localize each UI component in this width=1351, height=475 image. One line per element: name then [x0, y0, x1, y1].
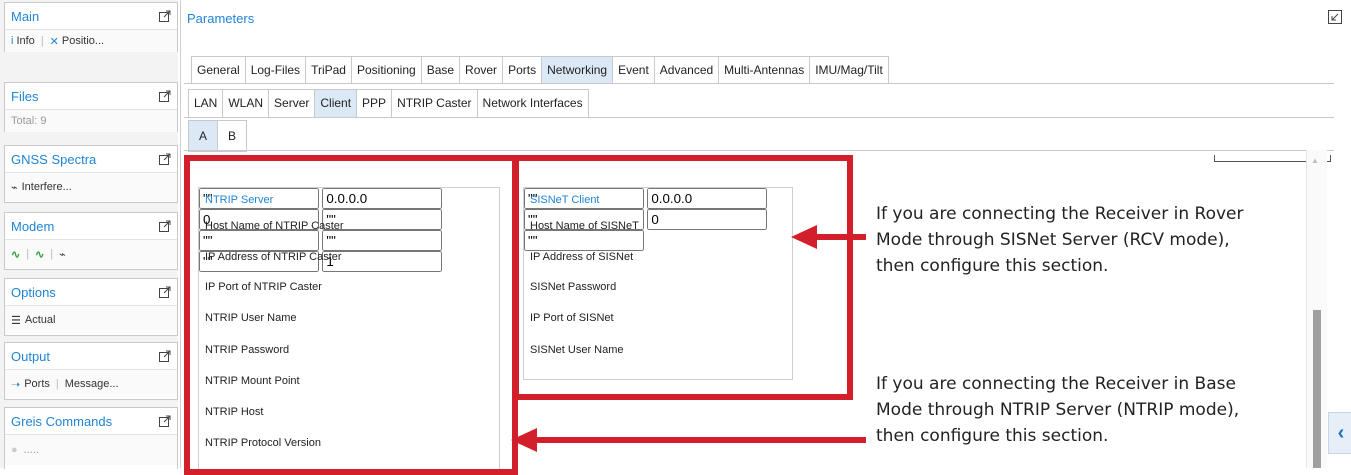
position-icon: ✕: [49, 35, 59, 48]
networking-tabs: LAN WLAN Server Client PPP NTRIP Caster …: [188, 89, 589, 118]
scroll-thumb[interactable]: [1313, 310, 1321, 468]
tab-imu-mag-tilt[interactable]: IMU/Mag/Tilt: [809, 56, 889, 84]
list-icon: ☰: [11, 314, 21, 327]
panel-greis-commands: Greis Commands ●.....: [4, 407, 178, 469]
collapse-icon[interactable]: [1328, 9, 1342, 27]
tab-ntrip-caster[interactable]: NTRIP Caster: [391, 89, 477, 118]
tab-client[interactable]: Client: [314, 89, 357, 118]
tab-advanced[interactable]: Advanced: [653, 56, 719, 84]
ntrip-highlight-box: [184, 155, 518, 475]
panel-title[interactable]: Main: [11, 9, 39, 24]
chevron-left-icon: ‹: [1337, 421, 1345, 444]
panel-title[interactable]: Modem: [11, 219, 54, 234]
scroll-up-icon[interactable]: ▲: [1311, 156, 1319, 165]
tab-event[interactable]: Event: [612, 56, 654, 84]
tab-b[interactable]: B: [217, 120, 247, 152]
tab-ports[interactable]: Ports: [502, 56, 542, 84]
link-green-icon[interactable]: ∿: [11, 248, 20, 261]
panel-item[interactable]: Positio...: [62, 35, 104, 47]
divider: [184, 83, 1334, 84]
vertical-scrollbar[interactable]: ▲: [1306, 150, 1327, 468]
tab-network-interfaces[interactable]: Network Interfaces: [476, 89, 589, 118]
popout-icon[interactable]: [159, 220, 171, 232]
tab-log-files[interactable]: Log-Files: [244, 56, 306, 84]
main-tabs: General Log-Files TriPad Positioning Bas…: [191, 56, 889, 84]
panel-output: Output ➝ Ports | Message...: [4, 342, 178, 400]
panel-gnss-spectra: GNSS Spectra ⌁ Interfere...: [4, 145, 178, 203]
panel-files: Files Total: 9: [4, 82, 178, 132]
popout-icon[interactable]: [159, 350, 171, 362]
left-sidebar: Main i Info | ✕ Positio... Files Total: 9 …: [0, 0, 178, 469]
tab-networking[interactable]: Networking: [541, 56, 613, 84]
chart-icon[interactable]: ⌁: [59, 248, 66, 261]
tab-server[interactable]: Server: [268, 89, 315, 118]
panel-item[interactable]: Info: [16, 35, 34, 47]
panel-item[interactable]: Ports: [24, 378, 50, 390]
popout-icon[interactable]: [159, 10, 171, 22]
panel-modem: Modem ∿ | ∿ | ⌁: [4, 212, 178, 270]
tab-a[interactable]: A: [188, 120, 217, 152]
panel-title[interactable]: Files: [11, 89, 38, 104]
popout-icon[interactable]: [159, 153, 171, 165]
popout-icon[interactable]: [159, 415, 171, 427]
panel-title[interactable]: Greis Commands: [11, 414, 112, 429]
side-panel-toggle[interactable]: ‹: [1328, 412, 1351, 454]
popout-icon[interactable]: [159, 286, 171, 298]
tab-multi-antennas[interactable]: Multi-Antennas: [718, 56, 810, 84]
tab-tripad[interactable]: TriPad: [305, 56, 351, 84]
link-green-icon[interactable]: ∿: [35, 248, 44, 261]
panel-title[interactable]: Options: [11, 285, 56, 300]
chart-icon: ⌁: [11, 181, 18, 194]
tab-wlan[interactable]: WLAN: [222, 89, 269, 118]
client-tabs: A B: [188, 120, 247, 152]
panel-item[interactable]: Actual: [25, 314, 56, 326]
panel-item[interactable]: Interfere...: [22, 181, 72, 193]
tab-base[interactable]: Base: [420, 56, 460, 84]
panel-options: Options ☰ Actual: [4, 278, 178, 336]
arrow-to-ntrip: [511, 428, 866, 452]
files-total: Total: 9: [11, 115, 47, 127]
rover-annotation: If you are connecting the Receiver in Ro…: [876, 204, 1244, 276]
tab-ppp[interactable]: PPP: [356, 89, 392, 118]
tab-rover[interactable]: Rover: [459, 56, 503, 84]
parameters-titlebar: Parameters: [181, 0, 1348, 36]
page-title: Parameters: [187, 10, 255, 26]
divider: [184, 117, 1334, 118]
sisnet-highlight-box: [513, 155, 853, 400]
panel-item[interactable]: Message...: [65, 378, 119, 390]
parameters-window: Parameters General Log-Files TriPad Posi…: [180, 0, 1351, 475]
arrow-to-sisnet: [791, 225, 866, 249]
info-icon: i: [11, 35, 14, 47]
panel-item[interactable]: .....: [24, 444, 39, 456]
panel-title[interactable]: Output: [11, 349, 50, 364]
arrow-icon: ➝: [11, 378, 21, 391]
popout-icon[interactable]: [159, 90, 171, 102]
tab-lan[interactable]: LAN: [188, 89, 223, 118]
circle-icon: ●: [11, 444, 18, 456]
panel-title[interactable]: GNSS Spectra: [11, 152, 96, 167]
tab-general[interactable]: General: [191, 56, 245, 84]
panel-main: Main i Info | ✕ Positio...: [4, 2, 178, 52]
tab-positioning[interactable]: Positioning: [350, 56, 421, 84]
base-annotation: If you are connecting the Receiver in Ba…: [876, 374, 1240, 446]
